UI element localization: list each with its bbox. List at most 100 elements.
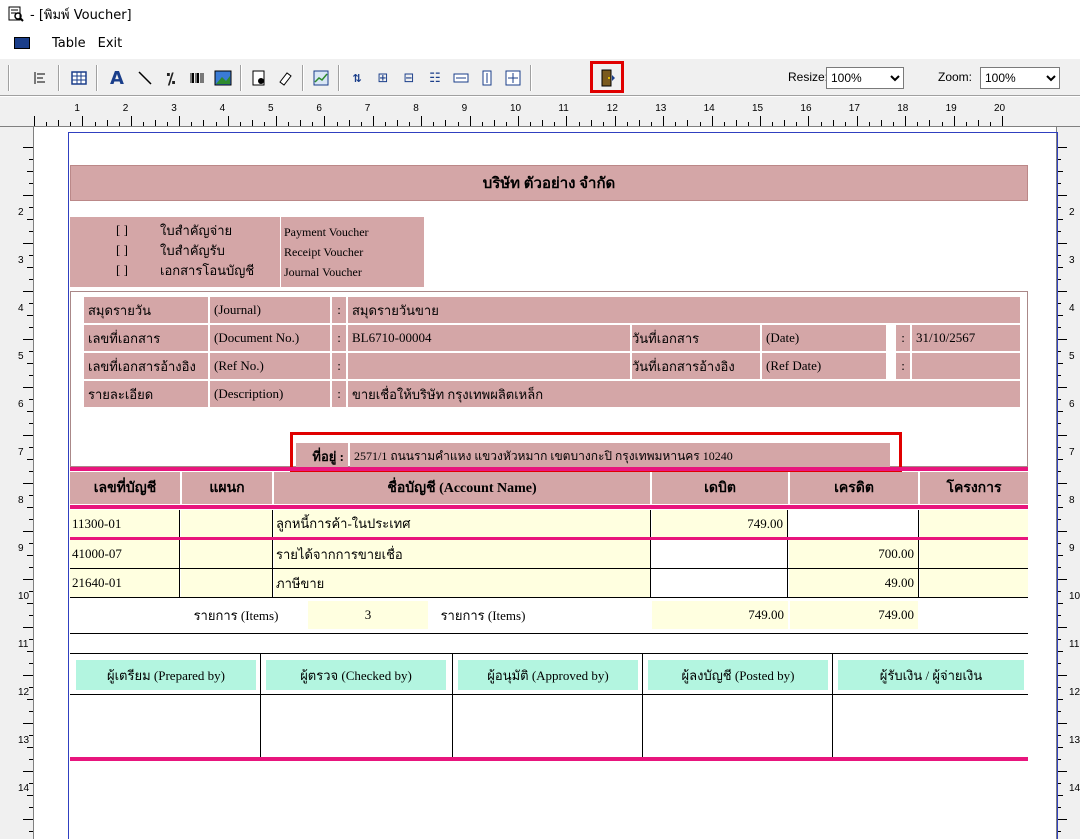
fit-height-icon[interactable] xyxy=(476,66,498,90)
ruler-tick xyxy=(433,122,435,126)
align-left-icon[interactable] xyxy=(30,66,50,90)
ruler-tick xyxy=(27,411,33,412)
ruler-tick xyxy=(493,120,495,126)
row1-debit: 749.00 xyxy=(652,510,788,537)
ruler-tick xyxy=(445,120,447,126)
ruler-tick xyxy=(663,116,665,126)
ruler-tick xyxy=(276,116,277,126)
zoom-label: Zoom: xyxy=(938,70,973,84)
row2-project xyxy=(920,540,1028,568)
docno-label: เลขที่เอกสาร xyxy=(84,325,208,351)
ruler-tick xyxy=(1057,531,1067,532)
sort-icon[interactable]: ⇅ xyxy=(346,66,368,90)
ruler-tick xyxy=(336,122,338,126)
col-credit: เครดิต xyxy=(790,472,918,504)
group-icon[interactable]: ⊞ xyxy=(372,66,394,90)
barcode-icon[interactable] xyxy=(186,66,208,90)
line-icon[interactable] xyxy=(134,66,156,90)
exit-door-icon[interactable] xyxy=(597,66,619,90)
fit-width-icon[interactable] xyxy=(450,66,472,90)
ruler-tick xyxy=(711,116,713,126)
ruler-tick xyxy=(639,120,640,126)
ruler-tick xyxy=(844,122,846,126)
ruler-tick xyxy=(23,291,33,292)
row3-account: 21640-01 xyxy=(70,569,180,597)
ruler-tick xyxy=(772,122,774,126)
row3-name: ภาษีขาย xyxy=(274,569,651,597)
header-bottom-line xyxy=(70,505,1028,509)
date-label: วันที่เอกสาร xyxy=(632,325,760,351)
ruler-tick xyxy=(1057,627,1067,628)
row-divider xyxy=(70,597,1028,598)
ruler-tick xyxy=(457,122,459,126)
refno-en: (Ref No.) xyxy=(210,353,330,379)
ruler-tick xyxy=(23,819,33,820)
page-setup-icon[interactable] xyxy=(248,66,270,90)
chart-icon[interactable] xyxy=(310,66,332,90)
ruler-tick xyxy=(29,207,33,208)
image-icon[interactable] xyxy=(212,66,234,90)
ruler-tick xyxy=(29,399,33,400)
total-items-label2: รายการ (Items) xyxy=(440,607,526,623)
ruler-tick xyxy=(1057,483,1067,484)
ruler-tick xyxy=(590,120,592,126)
ruler-label: 2 xyxy=(1069,207,1075,218)
ruler-tick xyxy=(312,122,314,126)
ruler-label: 4 xyxy=(219,103,226,114)
ruler-tick xyxy=(23,627,33,628)
menu-exit[interactable]: Exit xyxy=(98,36,123,51)
sig-divider xyxy=(452,653,453,757)
row1-project xyxy=(920,510,1028,537)
ruler-tick xyxy=(29,519,33,520)
ruler-label: 6 xyxy=(316,103,322,114)
ruler-label: 9 xyxy=(18,543,24,554)
ruler-label: 14 xyxy=(703,103,715,114)
journal-en: (Journal) xyxy=(210,297,330,323)
ruler-tick xyxy=(808,116,810,126)
toolbar: A ⁒ ⇅ ⊞ ⊟ ☷ Resize: 100% Zoom: 100% xyxy=(0,58,1080,96)
row2-credit: 700.00 xyxy=(789,540,919,568)
ruler-tick xyxy=(953,116,955,126)
docno-value: BL6710-00004 xyxy=(348,325,630,351)
report-canvas: บริษัท ตัวอย่าง จำกัด [ ] ใบสำคัญจ่าย Pa… xyxy=(34,127,1058,839)
ruler-tick xyxy=(29,543,33,544)
table-icon[interactable] xyxy=(68,66,90,90)
type-en-1: Payment Voucher xyxy=(284,224,369,239)
desc-en: (Description) xyxy=(210,381,330,407)
ruler-tick xyxy=(251,120,253,126)
ruler-tick xyxy=(29,255,33,256)
mdi-icon[interactable] xyxy=(14,37,30,49)
ruler-tick xyxy=(905,116,907,126)
type-en-2: Receipt Voucher xyxy=(284,244,364,259)
text-icon[interactable]: A xyxy=(106,66,128,90)
row1-credit xyxy=(789,510,919,537)
eraser-icon[interactable] xyxy=(274,66,296,90)
ruler-tick xyxy=(1057,387,1067,388)
ruler-tick xyxy=(27,699,33,700)
signature-bottom-line xyxy=(70,757,1028,761)
ruler-tick xyxy=(34,116,35,126)
ruler-label: 6 xyxy=(18,399,24,410)
ungroup-icon[interactable]: ⊟ xyxy=(398,66,420,90)
ruler-label: 3 xyxy=(1069,255,1075,266)
ruler-label: 13 xyxy=(18,735,30,746)
sig-posted: ผู้ลงบัญชี (Posted by) xyxy=(648,660,828,690)
menu-table[interactable]: Table xyxy=(52,36,86,51)
ruler-tick xyxy=(27,603,33,604)
ruler-tick xyxy=(29,375,33,376)
ruler-tick xyxy=(239,122,241,126)
row3-dept xyxy=(181,569,273,597)
zoom-select[interactable]: 100% xyxy=(980,67,1060,89)
refno-colon: : xyxy=(332,353,346,379)
column-icon[interactable]: ☷ xyxy=(424,66,446,90)
ruler-label: 20 xyxy=(994,103,1006,114)
percent-icon[interactable]: ⁒ xyxy=(160,66,182,90)
window-title: - [พิมพ์ Voucher] xyxy=(30,7,132,23)
ruler-tick xyxy=(29,495,33,496)
fit-page-icon[interactable] xyxy=(502,66,524,90)
refdate-colon: : xyxy=(896,353,910,379)
ruler-tick xyxy=(530,122,532,126)
col-account-name: ชื่อบัญชี (Account Name) xyxy=(274,472,650,504)
type-check-1: [ ] xyxy=(116,222,128,237)
resize-select[interactable]: 100% xyxy=(826,67,904,89)
